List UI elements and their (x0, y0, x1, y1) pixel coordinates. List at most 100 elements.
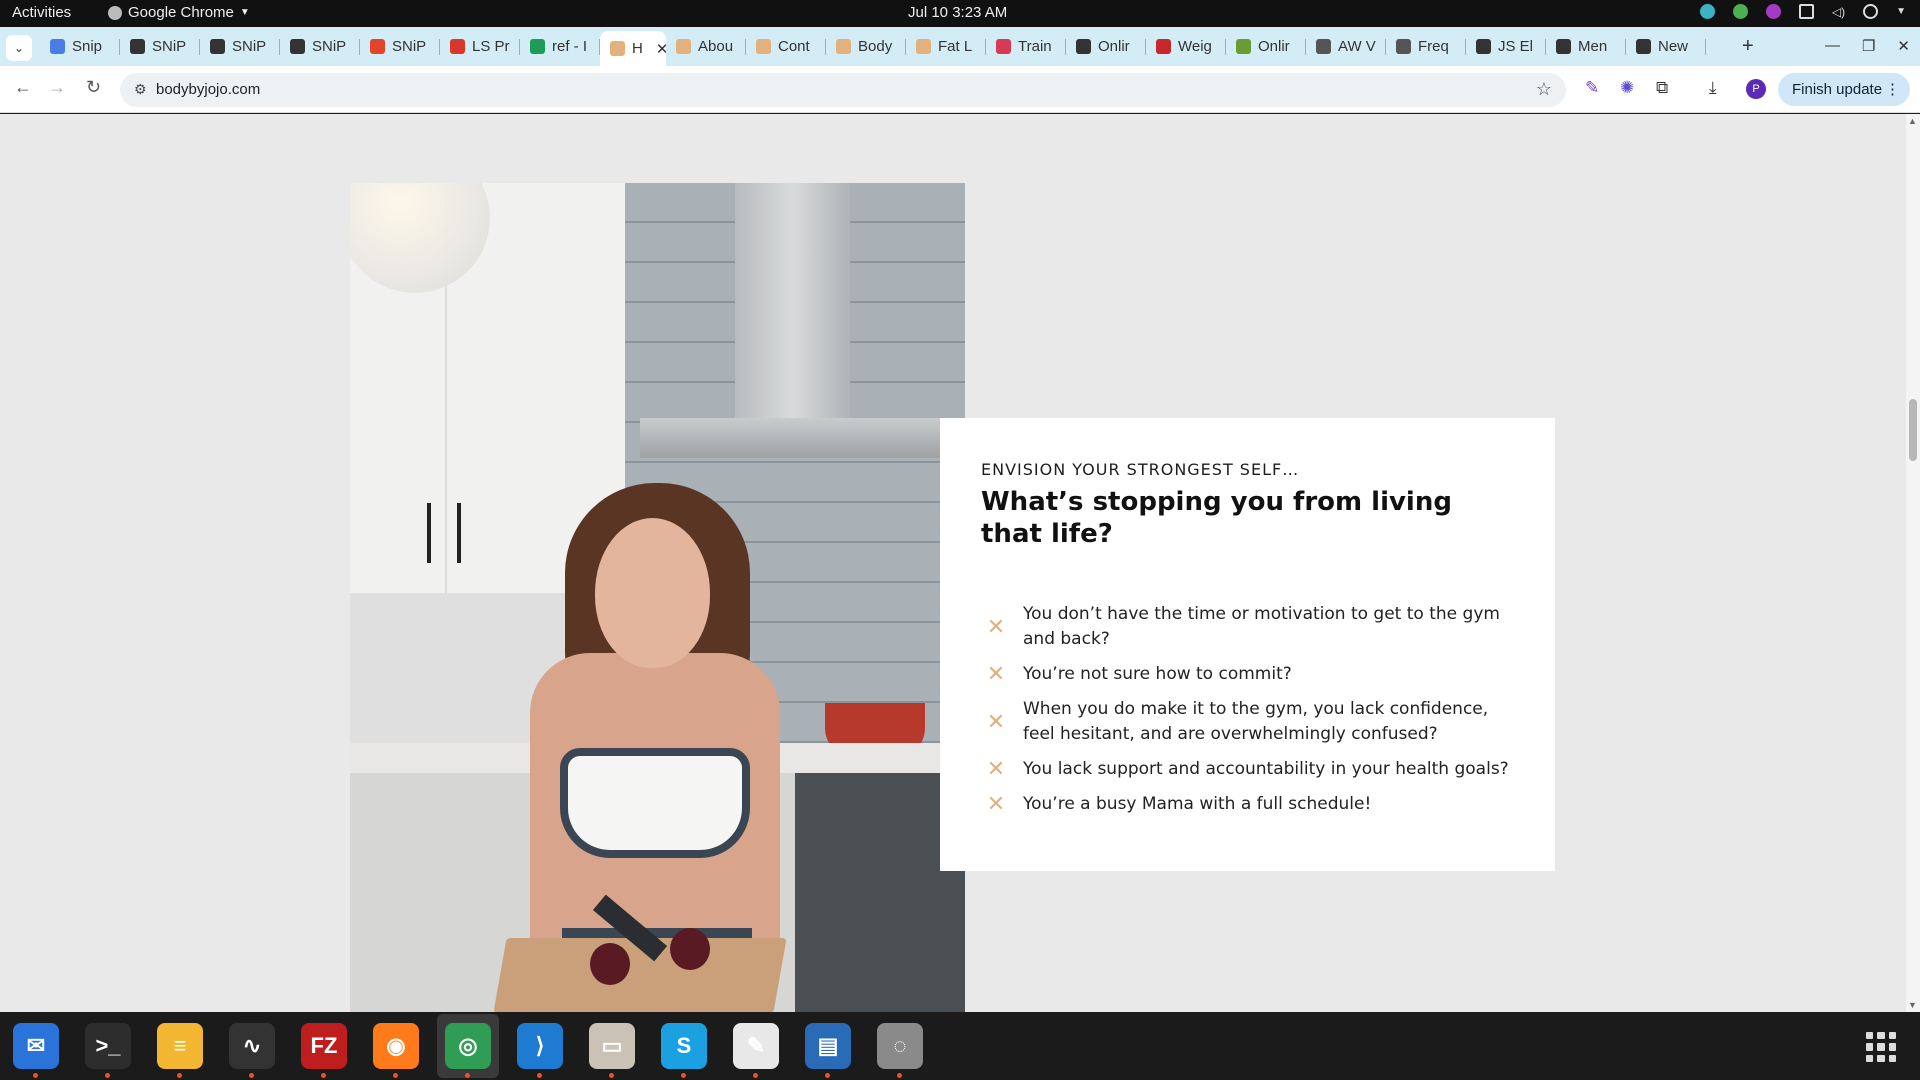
update-check-icon[interactable] (1732, 4, 1748, 19)
caret-down-icon[interactable]: ▼ (1896, 6, 1906, 17)
browser-tab[interactable]: SNiP (200, 31, 280, 62)
new-tab-button[interactable]: + (1742, 35, 1754, 57)
obstacle-item: ✕ You’re not sure how to commit? (981, 662, 1521, 687)
skype-icon[interactable]: S (661, 1023, 707, 1078)
obstacle-text: When you do make it to the gym, you lack… (1023, 699, 1489, 744)
browser-tab[interactable]: SNiP (120, 31, 200, 62)
jojo-icon (676, 39, 691, 54)
power-icon[interactable] (1863, 4, 1879, 19)
disc-icon[interactable]: ◌ (877, 1023, 923, 1078)
filezilla-icon[interactable]: FZ (301, 1023, 347, 1078)
forward-icon[interactable]: → (48, 77, 66, 98)
browser-tab[interactable]: Body (826, 31, 906, 62)
browser-tab[interactable]: ref - I (520, 31, 600, 62)
obstacle-text: You don’t have the time or motivation to… (1023, 604, 1500, 649)
obstacle-item: ✕ You’re a busy Mama with a full schedule… (981, 792, 1521, 817)
address-bar[interactable]: ⚙ bodybyjojo.com ☆ (120, 73, 1566, 107)
system-tray[interactable]: ◁) ▼ (1699, 4, 1906, 19)
obstacles-card: ENVISION YOUR STRONGEST SELF… What’s sto… (940, 418, 1555, 871)
show-applications-icon[interactable] (1866, 1032, 1896, 1062)
minimize-icon[interactable]: — (1825, 37, 1840, 55)
app-indicator-icon[interactable] (1699, 4, 1715, 19)
ls-icon (450, 39, 465, 54)
browser-tab[interactable]: H ✕ (600, 31, 666, 66)
terminal-icon[interactable]: >_ (85, 1023, 131, 1078)
tab-strip: ⌄ Snip SNiP SNiP SNiP SNiP LS Pr ref - I H ✕ Abou… (0, 27, 1920, 66)
system-monitor-icon[interactable]: ∿ (229, 1023, 275, 1078)
restore-icon[interactable]: ❐ (1862, 37, 1875, 55)
chrome-icon[interactable]: ◎ (445, 1023, 491, 1078)
tab-label: Weig (1178, 38, 1212, 55)
volume-icon[interactable]: ◁) (1832, 5, 1845, 19)
browser-tab[interactable]: SNiP (360, 31, 440, 62)
browser-tab[interactable]: Onlir (1066, 31, 1146, 62)
browser-tab[interactable]: Abou (666, 31, 746, 62)
browser-tab[interactable]: Train (986, 31, 1066, 62)
extensions-puzzle-icon[interactable]: ⧉ (1656, 78, 1668, 98)
browser-tab[interactable]: SNiP (280, 31, 360, 62)
tab-label: Train (1018, 38, 1052, 55)
close-window-icon[interactable]: ✕ (1897, 37, 1910, 55)
browser-tab[interactable]: Onlir (1226, 31, 1306, 62)
browser-tab[interactable]: AW V (1306, 31, 1386, 62)
pen-extension-icon[interactable]: ✎ (1585, 78, 1599, 98)
browser-tab[interactable]: JS El (1466, 31, 1546, 62)
scroll-down-icon[interactable]: ▼ (1908, 1000, 1917, 1010)
files-icon[interactable]: ▭ (589, 1023, 635, 1078)
firefox-icon[interactable]: ◉ (373, 1023, 419, 1078)
bookmark-star-icon[interactable]: ☆ (1536, 79, 1552, 100)
notes-icon[interactable]: ≡ (157, 1023, 203, 1078)
browser-tab[interactable]: Freq (1386, 31, 1466, 62)
browser-tab[interactable]: Snip (40, 31, 120, 62)
text-editor-icon[interactable]: ✎ (733, 1023, 779, 1078)
extension-indicator-icon[interactable] (1765, 4, 1781, 19)
writer-icon[interactable]: ▤ (805, 1023, 851, 1078)
x-mark-icon: ✕ (986, 792, 1006, 817)
tab-label: Freq (1418, 38, 1449, 55)
url-text[interactable]: bodybyjojo.com (156, 81, 260, 98)
image-icon (1316, 39, 1331, 54)
profile-avatar[interactable]: P (1746, 79, 1766, 99)
vscode-icon[interactable]: ⟩ (517, 1023, 563, 1078)
finish-update-button[interactable]: Finish update ⋮ (1778, 73, 1910, 106)
back-icon[interactable]: ← (14, 77, 32, 98)
network-icon[interactable] (1798, 4, 1814, 19)
tab-label: Abou (698, 38, 734, 55)
sheets-icon (530, 39, 545, 54)
app-menu[interactable]: Google Chrome ▼ (108, 4, 250, 21)
tab-label: Snip (72, 38, 103, 55)
jojo-icon (836, 39, 851, 54)
tab-search-button[interactable]: ⌄ (6, 35, 32, 61)
tab-label: ref - I (552, 38, 588, 55)
scroll-up-icon[interactable]: ▲ (1908, 116, 1917, 126)
tab-label: SNiP (392, 38, 427, 55)
caret-down-icon: ▼ (239, 7, 250, 18)
snip-icon (210, 39, 225, 54)
page-scrollbar[interactable]: ▲ ▼ (1906, 114, 1920, 1012)
image-icon (1396, 39, 1411, 54)
gear-extension-icon[interactable]: ✺ (1620, 78, 1634, 98)
browser-toolbar: ← → ↻ ⚙ bodybyjojo.com ☆ ✎ ✺ ⧉ ⤓ P Finis… (0, 66, 1920, 113)
reload-icon[interactable]: ↻ (86, 77, 101, 98)
jojo-icon (610, 41, 625, 56)
docs-icon (50, 39, 65, 54)
tab-label: Cont (778, 38, 810, 55)
browser-tab[interactable]: Weig (1146, 31, 1226, 62)
browser-tab[interactable]: Men (1546, 31, 1626, 62)
scrollbar-thumb[interactable] (1909, 399, 1917, 461)
browser-tab[interactable]: New (1626, 31, 1706, 62)
tab-list: Snip SNiP SNiP SNiP SNiP LS Pr ref - I H ✕ Abou Co… (40, 31, 1706, 66)
tab-label: JS El (1498, 38, 1534, 55)
close-tab-icon[interactable]: ✕ (656, 40, 666, 58)
thunderbird-icon[interactable]: ✉ (13, 1023, 59, 1078)
browser-tab[interactable]: LS Pr (440, 31, 520, 62)
tab-label: SNiP (312, 38, 347, 55)
activities-button[interactable]: Activities (12, 4, 71, 21)
site-info-icon[interactable]: ⚙ (134, 81, 147, 98)
browser-tab[interactable]: Fat L (906, 31, 986, 62)
obstacle-text: You lack support and accountability in y… (1023, 759, 1509, 779)
download-icon[interactable]: ⤓ (1709, 78, 1717, 98)
browser-tab[interactable]: Cont (746, 31, 826, 62)
jojo-icon (756, 39, 771, 54)
clock[interactable]: Jul 10 3:23 AM (908, 4, 1007, 21)
